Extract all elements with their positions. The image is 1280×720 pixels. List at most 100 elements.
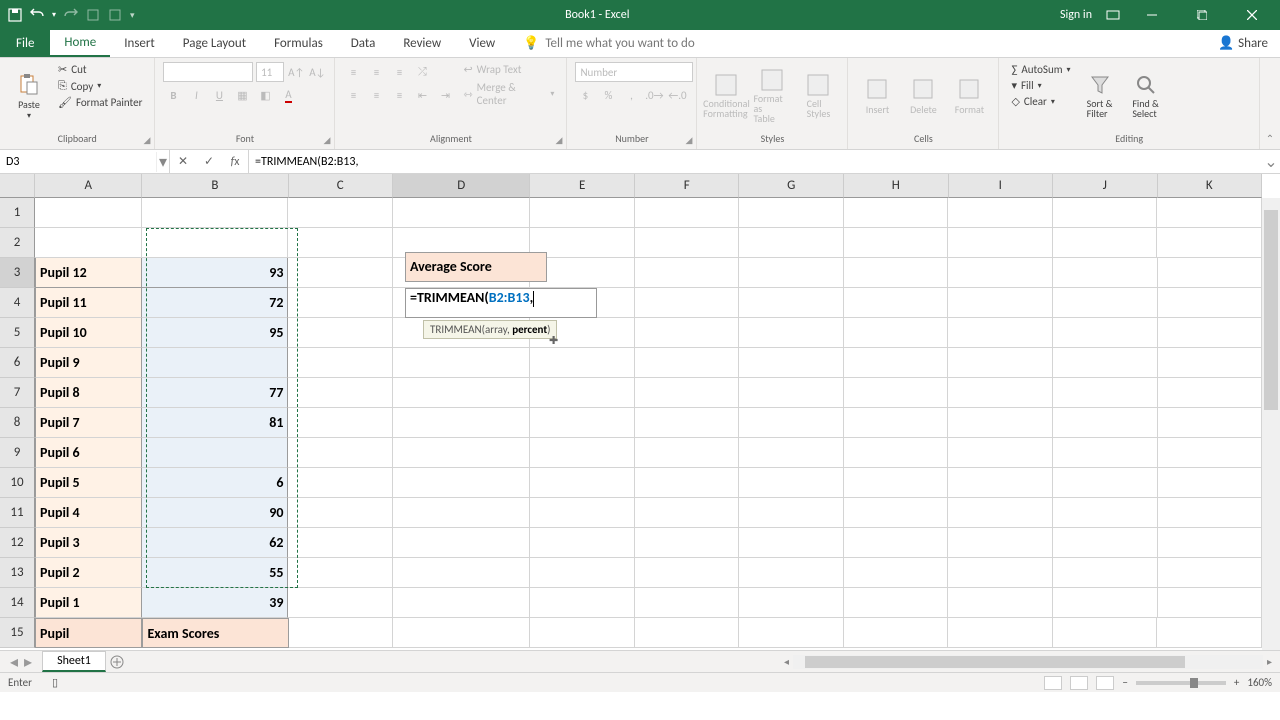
cell-K10[interactable]: [1158, 348, 1263, 378]
number-format-combo[interactable]: Number: [575, 62, 693, 82]
cell-G5[interactable]: [739, 498, 844, 528]
font-launcher-icon[interactable]: ◢: [324, 135, 331, 146]
cell-A7[interactable]: Pupil 6: [35, 438, 142, 468]
col-header-F[interactable]: F: [635, 174, 740, 198]
save-icon[interactable]: [8, 8, 22, 22]
tell-me-search[interactable]: 💡 Tell me what you want to do: [523, 30, 695, 57]
cell-G2[interactable]: [739, 588, 844, 618]
font-family-combo[interactable]: [163, 62, 253, 82]
hscroll-left-icon[interactable]: ◂: [780, 655, 793, 668]
cell-styles-button[interactable]: Cell Styles: [797, 62, 839, 130]
cell-A11[interactable]: Pupil 10: [35, 318, 142, 348]
cell-C2[interactable]: [288, 588, 393, 618]
cell-A6[interactable]: Pupil 5: [35, 468, 142, 498]
cell-K11[interactable]: [1158, 318, 1263, 348]
delete-cells-button[interactable]: Delete: [902, 62, 944, 130]
cell-C6[interactable]: [288, 468, 393, 498]
sort-filter-button[interactable]: Sort & Filter: [1079, 62, 1121, 130]
cell-I5[interactable]: [948, 498, 1053, 528]
cell-I2[interactable]: [948, 588, 1053, 618]
cell-A4[interactable]: Pupil 3: [35, 528, 142, 558]
cell-I13[interactable]: [948, 258, 1053, 288]
cell-B11[interactable]: 95: [142, 318, 288, 348]
insert-cells-button[interactable]: Insert: [856, 62, 898, 130]
cell-B13[interactable]: 93: [142, 258, 288, 288]
autosum-button[interactable]: ∑AutoSum ▾: [1007, 62, 1074, 77]
cell-C1[interactable]: [289, 618, 394, 648]
cell-A2[interactable]: Pupil 1: [35, 588, 142, 618]
undo-dropdown-icon[interactable]: ▾: [52, 10, 56, 20]
cell-C12[interactable]: [288, 288, 393, 318]
maximize-button[interactable]: [1184, 0, 1220, 30]
font-size-combo[interactable]: 11: [256, 62, 284, 82]
qat-customize-icon[interactable]: ▾: [130, 10, 135, 21]
cell-F9[interactable]: [635, 378, 740, 408]
cell-H15[interactable]: [844, 198, 949, 228]
horizontal-scrollbar[interactable]: [793, 655, 1263, 669]
cell-J8[interactable]: [1053, 408, 1158, 438]
format-as-table-button[interactable]: Format as Table: [751, 62, 793, 130]
increase-decimal-icon[interactable]: .0→: [644, 85, 664, 105]
cell-H8[interactable]: [844, 408, 949, 438]
align-bottom-icon[interactable]: ≡: [389, 62, 409, 82]
cell-K6[interactable]: [1158, 468, 1263, 498]
fill-button[interactable]: ▾Fill ▾: [1007, 78, 1074, 93]
row-header-14[interactable]: 14: [0, 588, 35, 618]
cell-B5[interactable]: 90: [142, 498, 288, 528]
cell-G11[interactable]: [739, 318, 844, 348]
align-top-icon[interactable]: ≡: [343, 62, 363, 82]
row-header-1[interactable]: 1: [0, 198, 35, 228]
align-center-icon[interactable]: ≡: [366, 85, 386, 105]
cancel-formula-button[interactable]: ✕: [170, 154, 196, 169]
cell-I7[interactable]: [948, 438, 1053, 468]
hscroll-right-icon[interactable]: ▸: [1263, 655, 1276, 668]
col-header-I[interactable]: I: [949, 174, 1054, 198]
cell-C7[interactable]: [288, 438, 393, 468]
zoom-slider[interactable]: [1136, 681, 1226, 685]
cell-B4[interactable]: 62: [142, 528, 288, 558]
underline-button[interactable]: U: [209, 85, 229, 105]
cell-I9[interactable]: [948, 378, 1053, 408]
qat-icon-2[interactable]: [108, 8, 122, 22]
cell-E15[interactable]: [530, 198, 635, 228]
cell-K1[interactable]: [1157, 618, 1262, 648]
cell-K2[interactable]: [1158, 588, 1263, 618]
decrease-decimal-icon[interactable]: ←.0: [667, 85, 687, 105]
col-header-C[interactable]: C: [289, 174, 394, 198]
name-box-dropdown-icon[interactable]: ▾: [156, 152, 169, 172]
align-right-icon[interactable]: ≡: [389, 85, 409, 105]
tab-page-layout[interactable]: Page Layout: [169, 30, 260, 57]
font-color-button[interactable]: A: [278, 85, 298, 105]
cell-D8[interactable]: [393, 408, 530, 438]
function-tooltip[interactable]: TRIMMEAN(array, percent): [423, 320, 557, 339]
cell-J12[interactable]: [1053, 288, 1158, 318]
cell-K12[interactable]: [1158, 288, 1263, 318]
zoom-out-button[interactable]: −: [1122, 676, 1127, 689]
cell-J10[interactable]: [1053, 348, 1158, 378]
row-header-5[interactable]: 5: [0, 318, 35, 348]
cell-H14[interactable]: [844, 228, 949, 258]
cell-I11[interactable]: [948, 318, 1053, 348]
cell-D2[interactable]: [393, 588, 530, 618]
cell-G10[interactable]: [739, 348, 844, 378]
paste-button[interactable]: Paste ▾: [8, 62, 50, 130]
cell-C14[interactable]: [288, 228, 393, 258]
increase-indent-icon[interactable]: ⇥: [435, 85, 455, 105]
cell-E6[interactable]: [530, 468, 635, 498]
minimize-button[interactable]: [1134, 0, 1170, 30]
cell-C5[interactable]: [288, 498, 393, 528]
cell-F14[interactable]: [635, 228, 740, 258]
cell-B1[interactable]: Exam Scores: [142, 618, 288, 648]
cell-D1[interactable]: [393, 618, 530, 648]
number-launcher-icon[interactable]: ◢: [686, 135, 693, 146]
cell-E5[interactable]: [530, 498, 635, 528]
cell-A12[interactable]: Pupil 11: [35, 288, 142, 318]
cell-G7[interactable]: [739, 438, 844, 468]
cell-A3[interactable]: Pupil 2: [35, 558, 142, 588]
cell-K14[interactable]: [1157, 228, 1262, 258]
close-button[interactable]: [1234, 0, 1270, 30]
col-header-G[interactable]: G: [739, 174, 844, 198]
tab-data[interactable]: Data: [337, 30, 390, 57]
cell-K5[interactable]: [1158, 498, 1263, 528]
row-header-2[interactable]: 2: [0, 228, 35, 258]
